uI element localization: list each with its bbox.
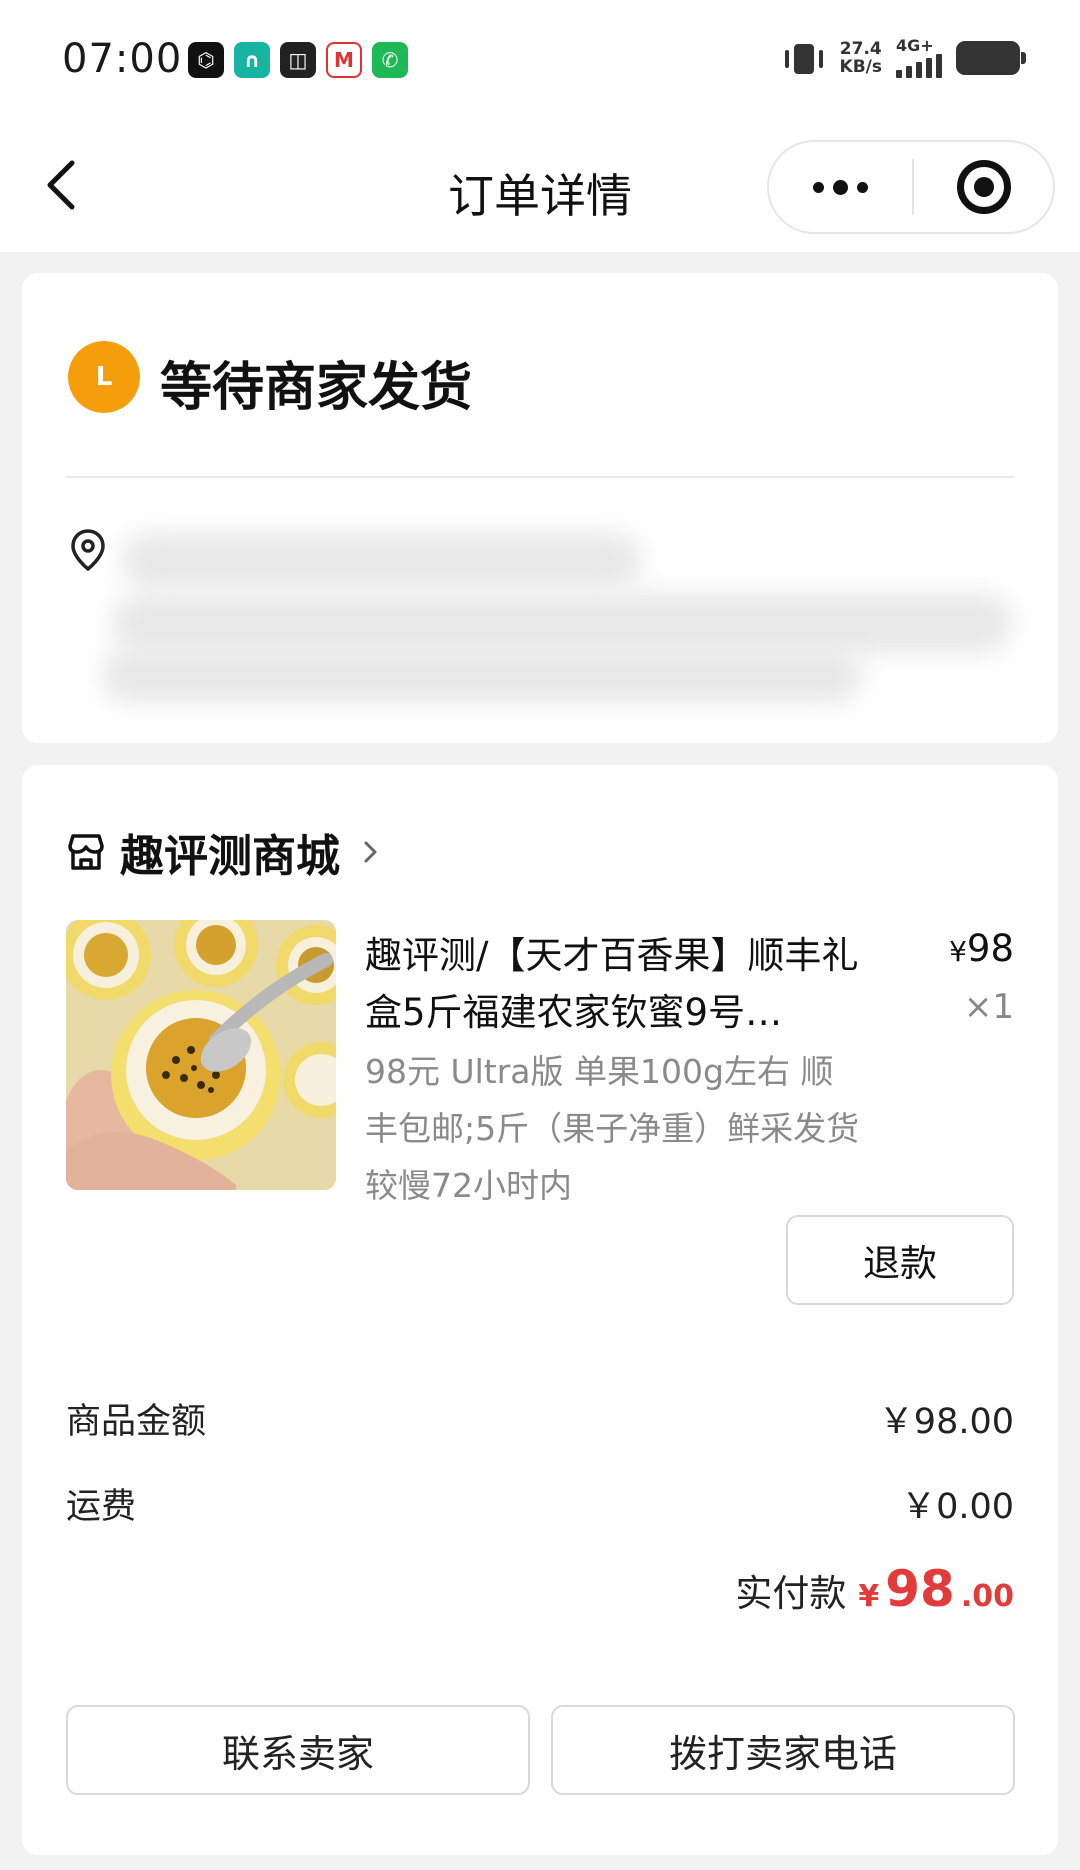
location-pin-icon [71, 529, 105, 572]
square-app-icon: ◫ [280, 42, 316, 78]
net-speed-value: 27.4 [839, 39, 882, 59]
price-value: 98 [966, 927, 1014, 970]
net-speed-unit: KB/s [839, 57, 882, 77]
order-status-card: L 等待商家发货 [22, 273, 1058, 743]
shipping-value: ￥0.00 [901, 1487, 1014, 1527]
call-seller-button[interactable]: 拨打卖家电话 [551, 1705, 1015, 1795]
product-spec: 98元 Ultra版 单果100g左右 顺丰包邮;5斤（果子净重）鲜采发货较慢7… [365, 1052, 860, 1205]
more-button[interactable] [769, 142, 912, 232]
shipping-row: 运费 ￥0.00 [66, 1478, 1014, 1529]
miniprogram-capsule [767, 140, 1055, 234]
bank-app-icon: M [326, 42, 362, 78]
phone-app-icon: ✆ [372, 42, 408, 78]
product-title[interactable]: 趣评测/【天才百香果】顺丰礼盒5斤福建农家钦蜜9号… [365, 927, 865, 1041]
goods-amount-row: 商品金额 ￥98.00 [66, 1393, 1014, 1444]
net-speed: 27.4 KB/s [840, 40, 882, 76]
contact-seller-button[interactable]: 联系卖家 [66, 1705, 530, 1795]
more-dots-icon [813, 181, 824, 193]
chevron-right-icon [364, 841, 377, 863]
vibrate-icon [782, 40, 826, 76]
refund-button[interactable]: 退款 [786, 1215, 1014, 1305]
shipping-label: 运费 [66, 1487, 137, 1527]
total-paid-row: 实付款 ¥ 98 .00 [735, 1560, 1014, 1618]
nav-bar: 订单详情 [0, 115, 1080, 252]
total-currency-symbol: ¥ [858, 1579, 880, 1614]
shop-link[interactable]: 趣评测商城 [64, 820, 382, 884]
passion-fruit-image [66, 920, 336, 1190]
address-redacted [102, 518, 1022, 708]
goods-amount-label: 商品金额 [66, 1402, 207, 1442]
price-symbol: ¥ [949, 935, 967, 968]
target-close-icon [956, 160, 1011, 214]
ring-app-icon: ∩ [234, 42, 270, 78]
divider [66, 476, 1014, 478]
order-status-text: 等待商家发货 [160, 358, 473, 418]
product-image[interactable] [66, 920, 336, 1190]
product-price: ¥98 [949, 927, 1014, 970]
status-indicators: 27.4 KB/s 4G+ [782, 38, 1026, 78]
order-detail-card: 趣评测商城 趣评测/【天才百香果】顺丰礼盒5斤福建农家钦蜜9号… ¥98 ×1 … [22, 765, 1058, 1855]
shop-name: 趣评测商城 [120, 831, 340, 882]
status-bar: 07:00 ⌬ ∩ ◫ M ✆ 27.4 KB/s 4G+ [0, 0, 1080, 115]
total-paid-integer: 98 [885, 1560, 955, 1618]
battery-icon [956, 41, 1026, 75]
notification-app-icon: ⌬ [188, 42, 224, 78]
product-quantity: ×1 [963, 987, 1014, 1027]
network-type: 4G+ [896, 36, 934, 55]
total-paid-decimal: .00 [960, 1579, 1014, 1614]
status-app-icons: ⌬ ∩ ◫ M ✆ [188, 42, 408, 78]
store-icon [68, 834, 104, 870]
status-time: 07:00 [62, 36, 183, 82]
signal-icon: 4G+ [896, 38, 942, 78]
goods-amount-value: ￥98.00 [878, 1402, 1014, 1442]
close-miniprogram-button[interactable] [914, 142, 1053, 232]
status-badge: L [68, 341, 140, 413]
total-paid-label: 实付款 [735, 1572, 847, 1615]
